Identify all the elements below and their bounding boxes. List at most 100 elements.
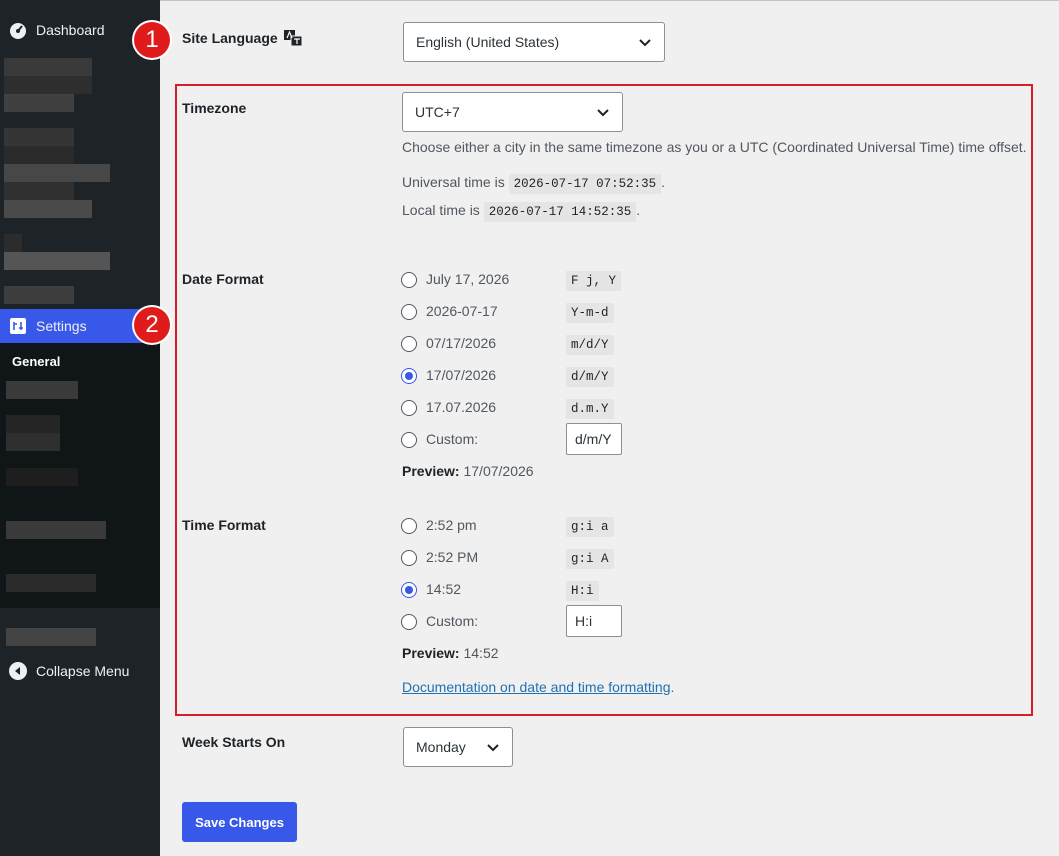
date-format-preview: Preview: 17/07/2026 bbox=[402, 463, 534, 479]
blurred-menu-item[interactable] bbox=[4, 146, 74, 164]
documentation-link[interactable]: Documentation on date and time formattin… bbox=[402, 679, 671, 695]
date-format-custom-input[interactable]: d/m/Y bbox=[566, 423, 622, 455]
preview-label: Preview: bbox=[402, 463, 460, 479]
date-format-label: Date Format bbox=[182, 271, 264, 287]
save-changes-button[interactable]: Save Changes bbox=[182, 802, 297, 842]
blurred-submenu-item[interactable] bbox=[6, 415, 60, 433]
radio-button[interactable] bbox=[401, 432, 417, 448]
date-format-option-label: July 17, 2026 bbox=[426, 271, 510, 287]
time-format-custom-label: Custom: bbox=[426, 613, 479, 629]
chevron-down-icon bbox=[486, 740, 500, 757]
top-border bbox=[160, 0, 1059, 1]
preview-label: Preview: bbox=[402, 645, 460, 661]
time-format-custom-input[interactable]: H:i bbox=[566, 605, 622, 637]
timezone-select[interactable]: UTC+7 bbox=[402, 92, 623, 132]
time-format-label: Time Format bbox=[182, 517, 266, 533]
radio-button-checked[interactable] bbox=[401, 582, 417, 598]
time-format-option-selected[interactable]: 14:52 bbox=[401, 580, 461, 600]
blurred-menu-item[interactable] bbox=[4, 94, 74, 112]
week-starts-label: Week Starts On bbox=[182, 734, 286, 750]
local-time-prefix: Local time is bbox=[402, 202, 480, 218]
blurred-menu-item[interactable] bbox=[4, 286, 74, 304]
documentation-link-period: . bbox=[670, 679, 675, 695]
date-format-option-label: 17.07.2026 bbox=[426, 399, 497, 415]
radio-button[interactable] bbox=[401, 336, 417, 352]
blurred-submenu-item[interactable] bbox=[6, 521, 106, 539]
settings-icon bbox=[9, 317, 27, 335]
date-format-code: Y-m-d bbox=[566, 303, 614, 323]
radio-button[interactable] bbox=[401, 614, 417, 630]
date-format-code: m/d/Y bbox=[566, 335, 614, 355]
timezone-label: Timezone bbox=[182, 100, 247, 116]
submenu-item-general[interactable]: General bbox=[12, 354, 60, 369]
date-format-option[interactable]: 17.07.2026 bbox=[401, 398, 496, 418]
radio-button[interactable] bbox=[401, 518, 417, 534]
preview-value: 14:52 bbox=[463, 645, 499, 661]
chevron-down-icon bbox=[596, 105, 610, 122]
blurred-menu-item[interactable] bbox=[6, 628, 96, 646]
time-format-option[interactable]: 2:52 pm bbox=[401, 516, 477, 536]
annotation-badge-1: 1 bbox=[134, 22, 170, 58]
site-language-label: Site Language bbox=[182, 30, 278, 46]
date-format-option[interactable]: 2026-07-17 bbox=[401, 302, 498, 322]
blurred-menu-item[interactable] bbox=[4, 128, 74, 146]
universal-time-period: . bbox=[661, 174, 666, 190]
blurred-menu-item[interactable] bbox=[4, 58, 92, 76]
chevron-down-icon bbox=[638, 35, 652, 52]
blurred-menu-item[interactable] bbox=[4, 182, 74, 200]
annotation-badge-2: 2 bbox=[134, 307, 170, 343]
site-language-value: English (United States) bbox=[416, 34, 560, 50]
universal-time-value: 2026-07-17 07:52:35 bbox=[508, 174, 662, 194]
date-format-option-label: 07/17/2026 bbox=[426, 335, 497, 351]
date-format-code: d.m.Y bbox=[566, 399, 614, 419]
site-language-select[interactable]: English (United States) bbox=[403, 22, 665, 62]
blurred-menu-item[interactable] bbox=[4, 164, 110, 182]
timezone-description: Choose either a city in the same timezon… bbox=[402, 139, 1027, 155]
blurred-submenu-item[interactable] bbox=[6, 433, 60, 451]
time-format-code: H:i bbox=[566, 581, 599, 601]
dashboard-icon bbox=[9, 21, 27, 39]
collapse-menu-button[interactable]: Collapse Menu bbox=[0, 654, 160, 688]
universal-time-prefix: Universal time is bbox=[402, 174, 505, 190]
blurred-submenu-item[interactable] bbox=[6, 574, 96, 592]
date-format-option-selected[interactable]: 17/07/2026 bbox=[401, 366, 496, 386]
date-format-option-label: 17/07/2026 bbox=[426, 367, 497, 383]
date-format-code: d/m/Y bbox=[566, 367, 614, 387]
site-language-row-label: Site Language bbox=[182, 30, 302, 46]
collapse-icon bbox=[9, 662, 27, 680]
week-starts-select[interactable]: Monday bbox=[403, 727, 513, 767]
time-format-custom-option[interactable]: Custom: bbox=[401, 612, 478, 632]
radio-button[interactable] bbox=[401, 304, 417, 320]
date-format-custom-label: Custom: bbox=[426, 431, 479, 447]
time-format-option[interactable]: 2:52 PM bbox=[401, 548, 478, 568]
local-time-row: Local time is 2026-07-17 14:52:35. bbox=[402, 202, 641, 222]
radio-button[interactable] bbox=[401, 272, 417, 288]
radio-button[interactable] bbox=[401, 400, 417, 416]
time-format-option-label: 2:52 pm bbox=[426, 517, 477, 533]
blurred-menu-item[interactable] bbox=[4, 76, 92, 94]
date-format-code: F j, Y bbox=[566, 271, 622, 291]
date-format-option[interactable]: 07/17/2026 bbox=[401, 334, 496, 354]
blurred-submenu-item[interactable] bbox=[6, 381, 78, 399]
date-format-option-label: 2026-07-17 bbox=[426, 303, 498, 319]
blurred-menu-item[interactable] bbox=[4, 234, 22, 252]
blurred-menu-item[interactable] bbox=[4, 200, 92, 218]
sidebar-item-label: Dashboard bbox=[36, 22, 105, 38]
admin-sidebar: Dashboard Settings General Collapse Menu bbox=[0, 0, 160, 856]
local-time-value: 2026-07-17 14:52:35 bbox=[483, 202, 637, 222]
collapse-label: Collapse Menu bbox=[36, 663, 130, 679]
blurred-menu-item[interactable] bbox=[4, 252, 110, 270]
time-format-preview: Preview: 14:52 bbox=[402, 645, 499, 661]
radio-button-checked[interactable] bbox=[401, 368, 417, 384]
time-format-option-label: 14:52 bbox=[426, 581, 462, 597]
sidebar-item-label: Settings bbox=[36, 318, 87, 334]
time-format-code: g:i A bbox=[566, 549, 614, 569]
date-format-custom-option[interactable]: Custom: bbox=[401, 430, 478, 450]
local-time-period: . bbox=[636, 202, 641, 218]
date-format-option[interactable]: July 17, 2026 bbox=[401, 270, 509, 290]
translate-icon bbox=[283, 30, 302, 46]
radio-button[interactable] bbox=[401, 550, 417, 566]
week-starts-value: Monday bbox=[416, 739, 466, 755]
universal-time-row: Universal time is 2026-07-17 07:52:35. bbox=[402, 174, 666, 194]
blurred-submenu-item[interactable] bbox=[6, 468, 78, 486]
